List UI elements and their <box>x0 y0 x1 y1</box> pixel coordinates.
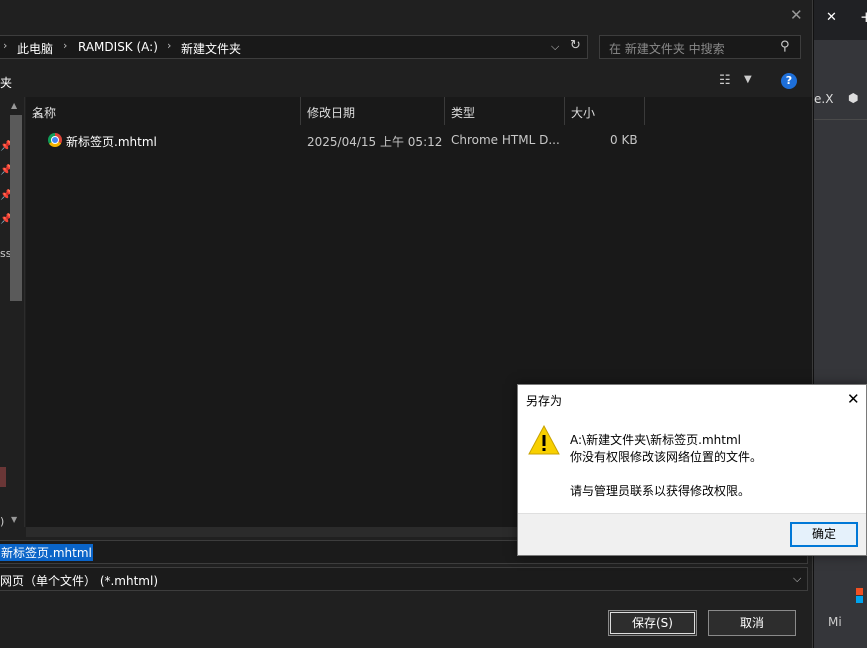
browser-toolbar: e.X ⬢ <box>814 80 867 120</box>
close-icon[interactable]: ✕ <box>847 390 860 408</box>
column-header-type[interactable]: 类型 <box>445 97 565 125</box>
browser-tab-strip: ✕ + <box>814 0 867 40</box>
chevron-right-icon[interactable]: › <box>63 39 67 52</box>
column-header-label: 大小 <box>571 106 596 120</box>
alert-message: 你没有权限修改该网络位置的文件。 <box>570 450 763 464</box>
tab-close-icon[interactable]: ✕ <box>826 10 837 25</box>
column-header-size[interactable]: 大小 <box>565 97 645 125</box>
help-icon[interactable]: ? <box>781 73 797 89</box>
warning-icon <box>528 425 560 455</box>
browser-toolbar-text: e.X <box>814 92 834 106</box>
view-options-icon[interactable]: ☷ <box>719 73 731 88</box>
chevron-right-icon: › <box>3 39 8 52</box>
filetype-value: 网页（单个文件） (*.mhtml) <box>0 574 159 588</box>
file-modified: 2025/04/15 上午 05:12 <box>307 135 443 149</box>
alert-message: 请与管理员联系以获得修改权限。 <box>570 484 751 498</box>
breadcrumb-this-pc[interactable]: 此电脑 <box>17 40 53 57</box>
navigation-pane: ▲ 📌 📌 📌 📌 ss ) ▼ <box>0 97 25 528</box>
nav-item-marker <box>0 467 6 487</box>
address-bar[interactable]: › 此电脑 › RAMDISK (A:) › 新建文件夹 ⌵ ↻ <box>0 35 588 59</box>
chrome-file-icon <box>48 133 62 147</box>
column-header-label: 类型 <box>451 106 476 120</box>
filetype-select[interactable]: 网页（单个文件） (*.mhtml) ⌵ <box>0 567 808 591</box>
file-type: Chrome HTML D... <box>451 133 560 147</box>
extension-icon[interactable]: ⬢ <box>848 91 858 105</box>
alert-title: 另存为 <box>526 394 563 408</box>
scrollbar-thumb[interactable] <box>10 115 22 301</box>
chevron-down-icon[interactable]: ⌵ <box>551 40 559 54</box>
scroll-down-icon[interactable]: ▼ <box>11 515 17 524</box>
file-row[interactable]: 新标签页.mhtml 2025/04/15 上午 05:12 Chrome HT… <box>26 129 812 151</box>
column-header-label: 修改日期 <box>307 106 356 120</box>
permission-error-dialog: 另存为 ✕ A:\新建文件夹\新标签页.mhtml 你没有权限修改该网络位置的文… <box>517 384 867 556</box>
chevron-down-icon[interactable]: ▼ <box>744 74 752 85</box>
chevron-right-icon[interactable]: › <box>167 39 171 52</box>
file-name: 新标签页.mhtml <box>66 135 157 149</box>
refresh-icon[interactable]: ↻ <box>570 38 581 53</box>
dialog-close-icon[interactable]: ✕ <box>790 6 803 24</box>
alert-path: A:\新建文件夹\新标签页.mhtml <box>570 433 741 447</box>
column-header-modified[interactable]: 修改日期 <box>301 97 445 125</box>
windows-logo-icon <box>856 588 867 618</box>
search-placeholder: 在 新建文件夹 中搜索 <box>609 42 725 56</box>
breadcrumb-ramdisk[interactable]: RAMDISK (A:) <box>78 40 158 54</box>
alert-footer: 确定 <box>518 513 866 555</box>
breadcrumb-new-folder[interactable]: 新建文件夹 <box>181 40 241 57</box>
nav-item-label[interactable]: ) <box>0 515 4 528</box>
scroll-up-icon[interactable]: ▲ <box>11 101 17 110</box>
new-folder-button[interactable]: 夹 <box>0 74 12 91</box>
ok-button[interactable]: 确定 <box>790 522 858 547</box>
file-size: 0 KB <box>610 133 638 147</box>
browser-footer-text: Mi <box>828 615 842 629</box>
column-header-name[interactable]: 名称 ︿ <box>26 97 301 125</box>
chevron-down-icon[interactable]: ⌵ <box>793 572 801 586</box>
cancel-button[interactable]: 取消 <box>708 610 796 636</box>
sort-up-icon: ︿ <box>32 106 45 120</box>
save-button[interactable]: 保存(S) <box>608 610 697 636</box>
new-tab-icon[interactable]: + <box>860 8 867 26</box>
filename-selected-text: 新标签页.mhtml <box>0 544 93 561</box>
search-icon[interactable]: ⚲ <box>780 39 790 54</box>
search-input[interactable]: 在 新建文件夹 中搜索 ⚲ <box>599 35 801 59</box>
